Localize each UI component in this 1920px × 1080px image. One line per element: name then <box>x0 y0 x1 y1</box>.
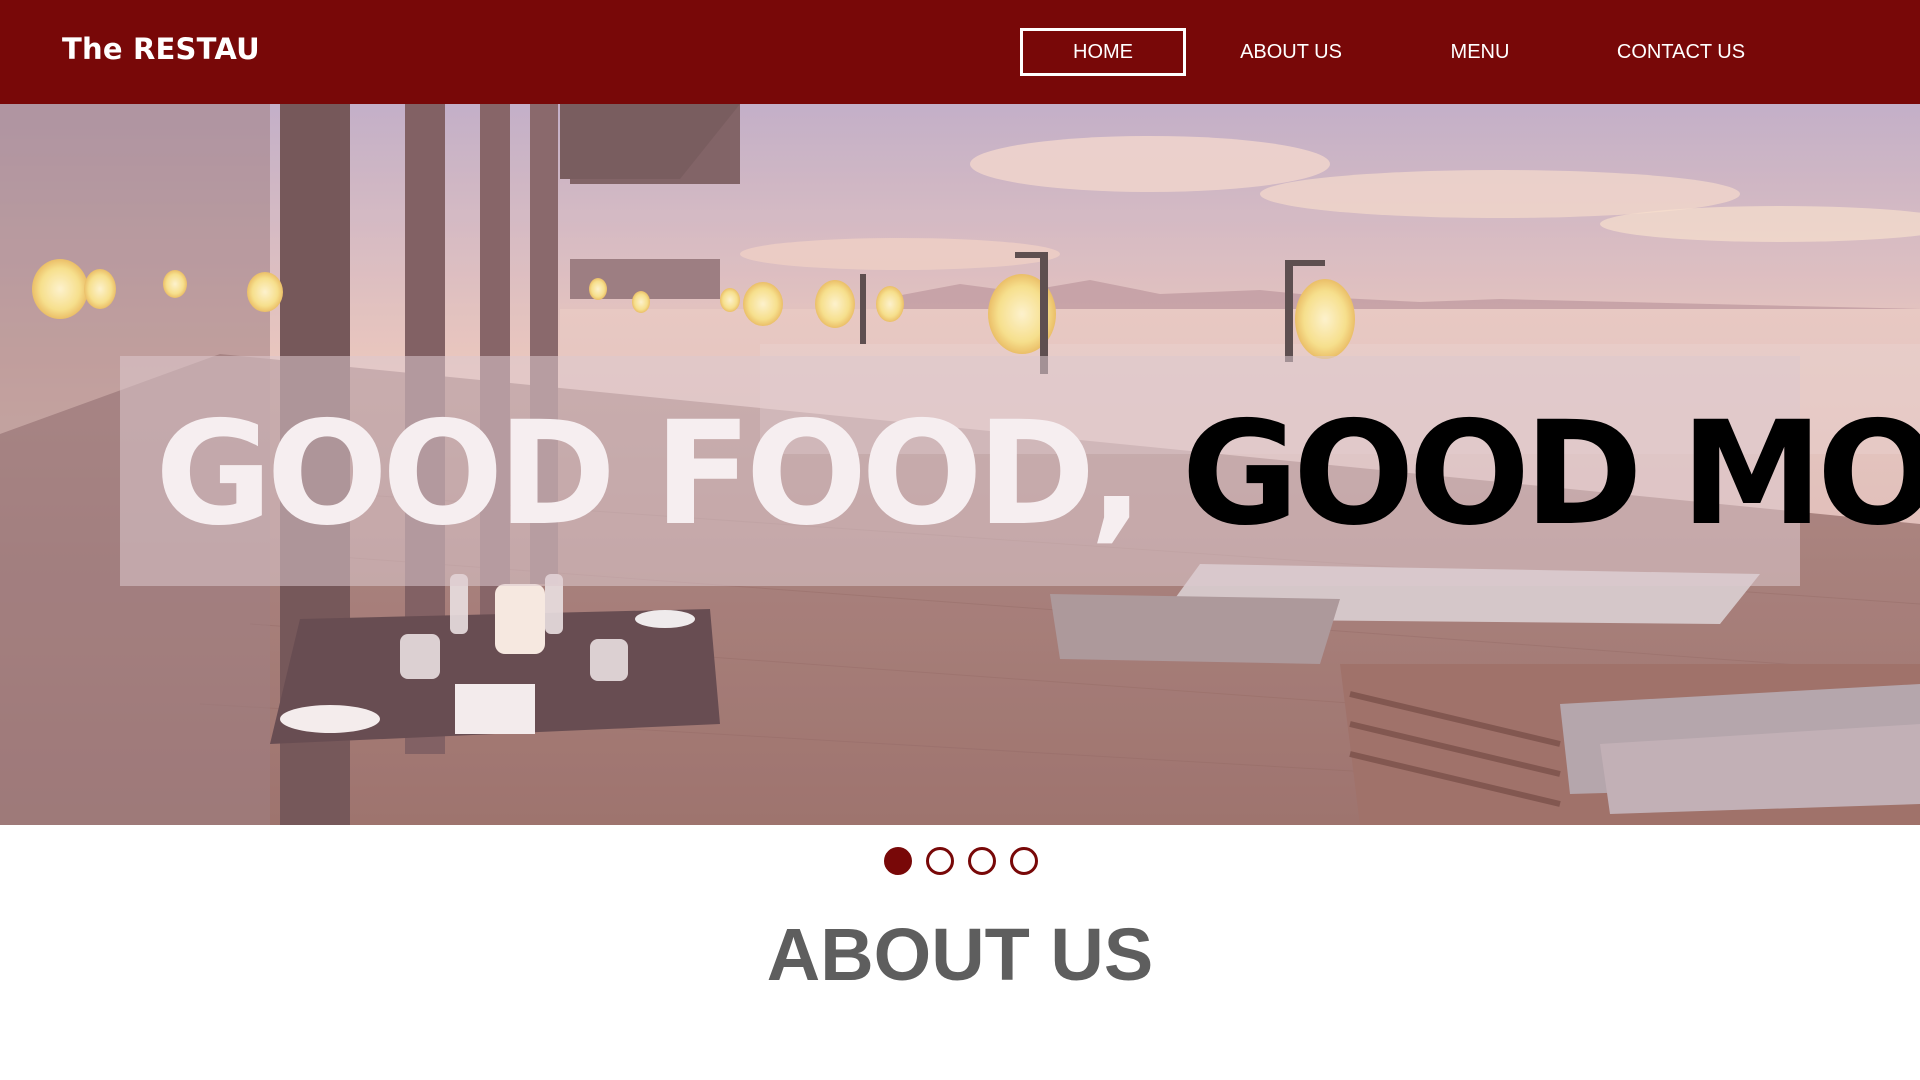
carousel-indicators <box>884 847 1038 875</box>
about-section-heading: ABOUT US <box>766 913 1154 996</box>
carousel-dot-3[interactable] <box>968 847 996 875</box>
top-navbar: The RESTAU HOME ABOUT US MENU CONTACT US <box>0 0 1920 104</box>
tagline-part-dark: GOOD MOOD. <box>1181 390 1920 557</box>
nav-menu-link[interactable]: MENU <box>1400 28 1560 76</box>
nav-about-link[interactable]: ABOUT US <box>1210 28 1372 76</box>
brand-logo-text[interactable]: The RESTAU <box>62 32 260 66</box>
tagline-part-light: GOOD FOOD, <box>155 390 1144 557</box>
carousel-dot-1[interactable] <box>884 847 912 875</box>
hero-tagline: GOOD FOOD, GOOD MOOD. <box>155 389 1920 559</box>
hero-carousel-slide: GOOD FOOD, GOOD MOOD. <box>0 104 1920 825</box>
carousel-dot-2[interactable] <box>926 847 954 875</box>
nav-home-link[interactable]: HOME <box>1020 28 1186 76</box>
carousel-dot-4[interactable] <box>1010 847 1038 875</box>
nav-contact-link[interactable]: CONTACT US <box>1590 28 1772 76</box>
